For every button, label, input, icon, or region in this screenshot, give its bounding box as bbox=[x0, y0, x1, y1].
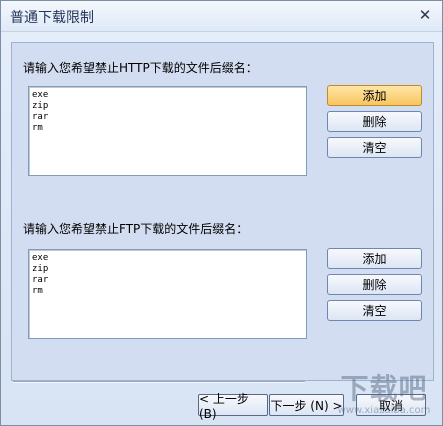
http-caption: 请输入您希望禁止HTTP下载的文件后缀名： bbox=[23, 61, 258, 75]
ftp-extension-list[interactable]: exe zip rar rm bbox=[28, 249, 307, 339]
dialog-window: 普通下载限制 ✕ 请输入您希望禁止HTTP下载的文件后缀名： exe zip r… bbox=[0, 0, 443, 426]
ftp-add-button[interactable]: 添加 bbox=[327, 248, 422, 269]
ftp-clear-button[interactable]: 清空 bbox=[327, 300, 422, 321]
list-item[interactable]: zip bbox=[32, 101, 306, 112]
http-delete-button[interactable]: 删除 bbox=[327, 111, 422, 132]
http-add-button[interactable]: 添加 bbox=[327, 85, 422, 106]
http-clear-button[interactable]: 清空 bbox=[327, 137, 422, 158]
back-button[interactable]: < 上一步 (B) bbox=[198, 392, 268, 421]
ftp-delete-button[interactable]: 删除 bbox=[327, 274, 422, 295]
list-item[interactable]: exe bbox=[32, 253, 306, 264]
list-item[interactable]: exe bbox=[32, 90, 306, 101]
list-item[interactable]: rm bbox=[32, 123, 306, 134]
watermark-logo: 下载吧 www.xiazaiba.com bbox=[332, 373, 436, 421]
list-item[interactable]: zip bbox=[32, 264, 306, 275]
watermark-logo-text: 下载吧 bbox=[340, 372, 428, 405]
window-title: 普通下载限制 bbox=[10, 10, 94, 26]
http-extension-list[interactable]: exe zip rar rm bbox=[28, 86, 307, 176]
footer-divider bbox=[13, 381, 305, 383]
list-item[interactable]: rm bbox=[32, 286, 306, 297]
watermark-url: www.xiazaiba.com bbox=[337, 405, 431, 416]
ftp-caption: 请输入您希望禁止FTP下载的文件后缀名： bbox=[23, 222, 249, 236]
title-bar[interactable]: 普通下载限制 ✕ bbox=[1, 1, 442, 32]
list-item[interactable]: rar bbox=[32, 275, 306, 286]
close-icon[interactable]: ✕ bbox=[414, 5, 436, 25]
list-item[interactable]: rar bbox=[32, 112, 306, 123]
